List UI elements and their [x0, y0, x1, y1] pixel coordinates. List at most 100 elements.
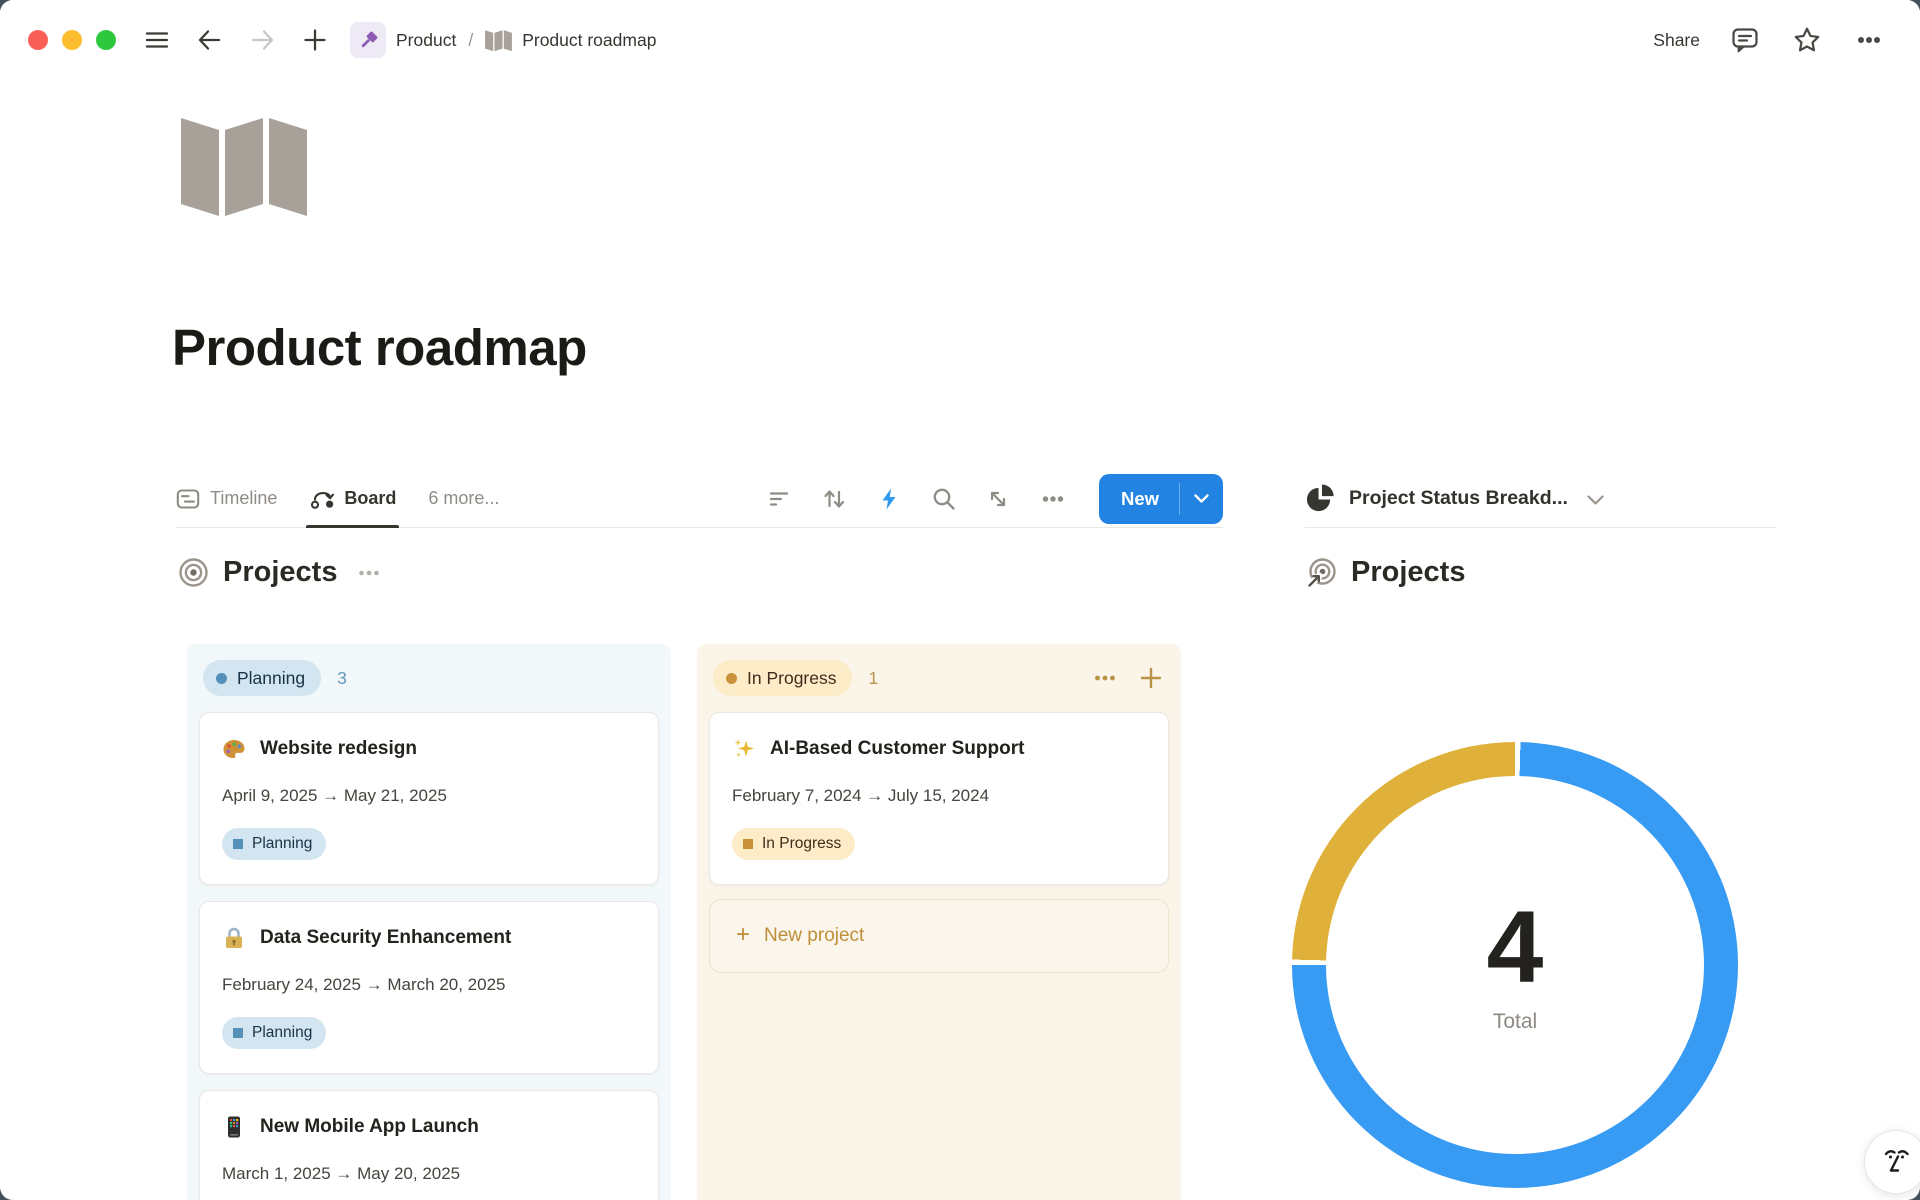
status-label: In Progress	[747, 668, 836, 689]
chart-section-header: Projects	[1306, 556, 1465, 589]
more-views-button[interactable]: 6 more...	[428, 488, 499, 509]
donut-hole: 4 Total	[1326, 776, 1704, 1154]
plus-icon: +	[736, 923, 750, 947]
app-window: Product / Product roadmap Share Product …	[0, 0, 1920, 1200]
close-window-button[interactable]	[28, 30, 48, 50]
status-label: Planning	[237, 668, 305, 689]
new-tab-plus-icon[interactable]	[300, 25, 330, 55]
status-donut-chart[interactable]: 4 Total	[1292, 742, 1738, 1188]
status-pill-in-progress[interactable]: In Progress	[713, 660, 852, 696]
target-arrow-icon	[1306, 557, 1337, 588]
view-tab-bar: Timeline Board 6 more...	[175, 470, 1223, 528]
view-toolbar: New	[764, 474, 1223, 524]
column-in-progress: In Progress 1 AI-Based Customer Support	[697, 644, 1181, 1200]
status-dot	[216, 673, 227, 684]
card-dates: February 7, 2024 → July 15, 2024	[732, 786, 1146, 806]
column-add-icon[interactable]	[1137, 664, 1165, 692]
card-dates: March 1, 2025 → May 20, 2025	[222, 1164, 636, 1184]
more-options-icon[interactable]	[1852, 23, 1886, 57]
new-button-chevron-icon[interactable]	[1180, 474, 1223, 524]
tab-timeline-label: Timeline	[210, 488, 277, 509]
new-button[interactable]: New	[1099, 474, 1223, 524]
board-section-header: Projects	[178, 556, 381, 589]
sparkles-emoji-icon	[732, 737, 756, 761]
minimize-window-button[interactable]	[62, 30, 82, 50]
forward-arrow-icon[interactable]	[247, 25, 278, 55]
card-dates: February 24, 2025 → March 20, 2025	[222, 975, 636, 995]
breadcrumb-workspace[interactable]: Product	[396, 30, 456, 51]
tag-label: Planning	[252, 835, 312, 853]
tab-board-label: Board	[344, 488, 396, 509]
card-status-tag: In Progress	[732, 828, 855, 860]
palette-emoji-icon	[222, 737, 246, 761]
zoom-window-button[interactable]	[96, 30, 116, 50]
chart-selector-chevron-icon	[1587, 495, 1604, 506]
status-dot	[726, 673, 737, 684]
column-planning-header: Planning 3	[203, 660, 655, 696]
column-more-icon[interactable]	[1091, 664, 1119, 692]
card-dates: April 9, 2025 → May 21, 2025	[222, 786, 636, 806]
card-title: Website redesign	[260, 738, 417, 760]
sort-icon[interactable]	[818, 484, 850, 514]
breadcrumb: Product / Product roadmap	[350, 22, 656, 58]
share-button[interactable]: Share	[1653, 30, 1700, 51]
project-card-data-security[interactable]: Data Security Enhancement February 24, 2…	[199, 901, 659, 1074]
breadcrumb-page[interactable]: Product roadmap	[522, 30, 656, 51]
automation-lightning-icon[interactable]	[874, 484, 904, 514]
column-count: 1	[868, 668, 878, 689]
new-project-label: New project	[764, 925, 864, 947]
filter-icon[interactable]	[764, 484, 794, 514]
tab-timeline[interactable]: Timeline	[175, 470, 277, 527]
project-card-mobile-app[interactable]: New Mobile App Launch March 1, 2025 → Ma…	[199, 1090, 659, 1200]
comments-icon[interactable]	[1728, 23, 1762, 57]
chart-selector-label: Project Status Breakd...	[1349, 487, 1568, 510]
tag-label: Planning	[252, 1024, 312, 1042]
card-title: AI-Based Customer Support	[770, 738, 1024, 760]
tag-dot	[743, 839, 753, 849]
breadcrumb-map-icon	[485, 29, 512, 52]
target-icon	[178, 557, 209, 588]
page-map-icon[interactable]	[180, 112, 308, 220]
search-icon[interactable]	[928, 483, 959, 514]
ai-assistant-button[interactable]	[1864, 1130, 1920, 1194]
card-status-tag: Planning	[222, 1017, 326, 1049]
page-title: Product roadmap	[172, 318, 587, 377]
card-title: Data Security Enhancement	[260, 927, 511, 949]
board-section-title: Projects	[223, 556, 337, 589]
card-status-tag: Planning	[222, 828, 326, 860]
mobile-phone-emoji-icon	[222, 1115, 246, 1139]
top-bar: Product / Product roadmap Share	[0, 0, 1920, 80]
chart-section-title: Projects	[1351, 556, 1465, 589]
donut-total-value: 4	[1487, 896, 1544, 998]
donut-total-label: Total	[1493, 1010, 1537, 1034]
favorite-star-icon[interactable]	[1790, 23, 1824, 57]
project-card-website-redesign[interactable]: Website redesign April 9, 2025 → May 21,…	[199, 712, 659, 885]
new-button-label[interactable]: New	[1099, 474, 1179, 524]
tag-dot	[233, 839, 243, 849]
lock-emoji-icon	[222, 926, 246, 950]
column-in-progress-header: In Progress 1	[713, 660, 1165, 696]
tag-label: In Progress	[762, 835, 841, 853]
project-card-ai-support[interactable]: AI-Based Customer Support February 7, 20…	[709, 712, 1169, 885]
breadcrumb-separator: /	[468, 30, 473, 51]
status-pill-planning[interactable]: Planning	[203, 660, 321, 696]
workspace-hammer-icon[interactable]	[350, 22, 386, 58]
chart-selector[interactable]: Project Status Breakd...	[1305, 470, 1777, 528]
back-arrow-icon[interactable]	[194, 25, 225, 55]
sidebar-menu-icon[interactable]	[142, 25, 172, 55]
window-controls	[28, 30, 116, 50]
topbar-actions: Share	[1653, 23, 1886, 57]
column-count: 3	[337, 668, 347, 689]
card-title: New Mobile App Launch	[260, 1116, 479, 1138]
column-planning: Planning 3 Website redesign April 9, 202…	[187, 644, 671, 1200]
nav-controls	[142, 25, 330, 55]
board-section-more-icon[interactable]	[357, 561, 381, 585]
expand-icon[interactable]	[983, 484, 1013, 514]
tab-board[interactable]: Board	[309, 470, 396, 527]
tag-dot	[233, 1028, 243, 1038]
view-more-icon[interactable]	[1037, 483, 1069, 515]
new-project-button[interactable]: + New project	[709, 899, 1169, 973]
kanban-board: Planning 3 Website redesign April 9, 202…	[187, 644, 1181, 1200]
pie-chart-icon	[1305, 483, 1336, 514]
ai-face-icon	[1878, 1144, 1914, 1180]
